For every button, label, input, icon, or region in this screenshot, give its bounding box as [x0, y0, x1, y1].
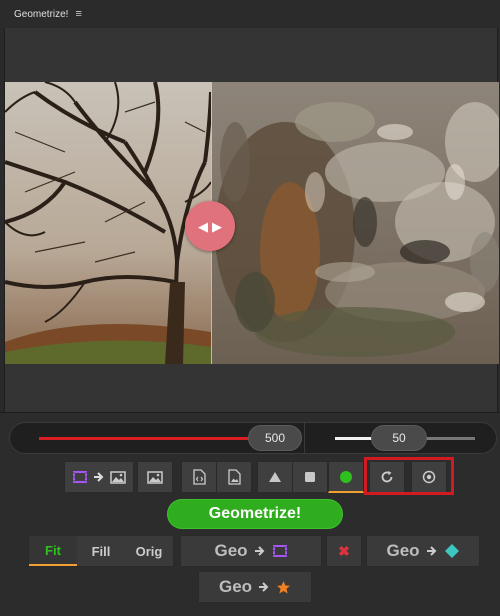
geo-to-video-button[interactable]: Geo: [180, 535, 322, 567]
toolbar: [0, 457, 500, 495]
cancel-button[interactable]: ✖: [326, 535, 362, 567]
image-file-icon: [227, 469, 241, 485]
alpha-track-filled: [335, 437, 375, 440]
export-svg-button[interactable]: [181, 461, 217, 493]
alpha-thumb[interactable]: 50: [371, 425, 427, 451]
close-icon: ✖: [338, 542, 350, 559]
geo-to-shape-button[interactable]: Geo: [366, 535, 480, 567]
control-panel: 500 50 Geometrize! Fit Fill Orig Geo ✖ G…: [0, 412, 500, 616]
arrow-right-icon: [94, 472, 104, 482]
geo-to-star-button[interactable]: Geo: [198, 571, 312, 603]
export-image-button[interactable]: [216, 461, 252, 493]
orig-button[interactable]: Orig: [125, 536, 173, 566]
arrow-left-icon: ◀: [198, 218, 208, 234]
video-to-image-button[interactable]: [64, 461, 134, 493]
circle-icon: [340, 470, 352, 483]
fill-button[interactable]: Fill: [77, 536, 125, 566]
diamond-icon: [444, 544, 459, 558]
geometrize-button[interactable]: Geometrize!: [167, 499, 343, 529]
slider-row: 500 50: [9, 422, 497, 454]
code-file-icon: [192, 469, 206, 485]
rectangle-shape-button[interactable]: [292, 461, 328, 493]
shape-count-slider[interactable]: 500: [9, 422, 305, 454]
app-title: Geometrize!: [14, 8, 69, 20]
arrow-right-icon: [254, 546, 264, 556]
arrow-right-icon: [259, 582, 269, 592]
title-bar: Geometrize! ≡: [0, 0, 500, 28]
geo-to-video-label: Geo: [214, 541, 248, 560]
circle-shape-button[interactable]: [328, 461, 364, 493]
open-image-button[interactable]: [137, 461, 173, 493]
before-after-compare[interactable]: ◀ ▶: [5, 82, 499, 364]
fit-and-export-row: Fit Fill Orig Geo ✖ Geo: [0, 535, 500, 569]
alpha-slider[interactable]: 50: [305, 422, 497, 454]
film-icon: [73, 471, 87, 483]
star-icon: [277, 580, 291, 593]
compare-slider-handle[interactable]: ◀ ▶: [185, 201, 235, 251]
menu-icon[interactable]: ≡: [75, 8, 81, 20]
image-icon: [147, 470, 163, 484]
film-icon: [272, 545, 287, 557]
geo-to-shape-label: Geo: [386, 541, 420, 560]
geo-to-star-row: Geo: [0, 571, 500, 605]
original-image: [5, 82, 211, 364]
shape-count-track-filled: [39, 437, 254, 440]
highlight-box: [364, 457, 454, 495]
image-viewer: ◀ ▶: [4, 28, 499, 412]
alpha-track-rest: [425, 437, 475, 440]
geo-to-star-label: Geo: [218, 577, 253, 596]
image-icon: [110, 470, 126, 484]
fit-mode-group: Fit Fill Orig: [28, 535, 174, 567]
fit-button[interactable]: Fit: [29, 536, 77, 566]
square-icon: [305, 472, 315, 482]
shape-count-thumb[interactable]: 500: [248, 425, 302, 451]
triangle-icon: [269, 472, 281, 482]
geometrized-image: [211, 82, 499, 364]
triangle-shape-button[interactable]: [257, 461, 293, 493]
arrow-right-icon: [426, 546, 436, 556]
compare-image: [5, 82, 499, 364]
arrow-right-icon: ▶: [212, 218, 222, 234]
